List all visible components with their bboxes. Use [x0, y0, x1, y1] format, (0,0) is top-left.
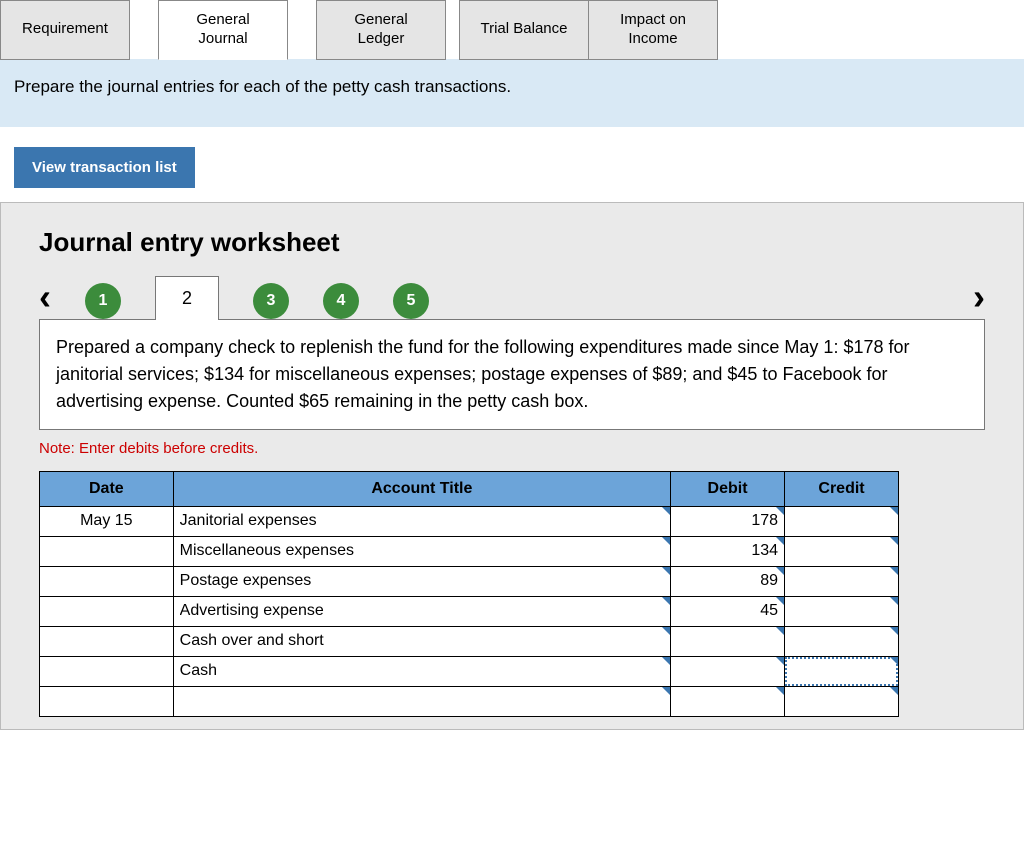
- tab-trial-balance[interactable]: Trial Balance: [459, 0, 589, 60]
- credit-cell[interactable]: [785, 507, 898, 536]
- top-tabs: Requirement GeneralJournal GeneralLedger…: [0, 0, 1024, 60]
- table-row: [40, 656, 899, 686]
- table-row: [40, 626, 899, 656]
- tab-general-journal[interactable]: GeneralJournal: [158, 0, 288, 60]
- debit-cell[interactable]: [671, 687, 784, 716]
- debit-cell[interactable]: [671, 657, 784, 686]
- header-credit: Credit: [785, 471, 899, 506]
- step-3[interactable]: 3: [253, 283, 289, 319]
- step-navigator: ‹ 12345 ›: [39, 276, 985, 319]
- credit-cell[interactable]: [785, 537, 898, 566]
- debit-cell[interactable]: [671, 537, 784, 566]
- debit-cell[interactable]: [671, 597, 784, 626]
- tab-impact-income[interactable]: Impact onIncome: [588, 0, 718, 60]
- date-cell[interactable]: [40, 507, 173, 536]
- header-date: Date: [40, 471, 174, 506]
- step-1[interactable]: 1: [85, 283, 121, 319]
- step-2[interactable]: 2: [155, 276, 219, 320]
- tab-requirement[interactable]: Requirement: [0, 0, 130, 60]
- credit-cell[interactable]: [785, 687, 898, 716]
- credit-cell[interactable]: [785, 567, 898, 596]
- journal-entry-worksheet: Journal entry worksheet ‹ 12345 › Prepar…: [0, 202, 1024, 730]
- account-cell[interactable]: [174, 507, 670, 536]
- date-cell[interactable]: [40, 567, 173, 596]
- chevron-right-icon[interactable]: ›: [973, 279, 985, 315]
- header-account: Account Title: [173, 471, 670, 506]
- debit-cell[interactable]: [671, 567, 784, 596]
- instruction-bar: Prepare the journal entries for each of …: [0, 59, 1024, 127]
- table-row: [40, 506, 899, 536]
- step-4[interactable]: 4: [323, 283, 359, 319]
- table-row: [40, 686, 899, 716]
- credit-cell[interactable]: [785, 597, 898, 626]
- credit-cell[interactable]: [785, 657, 898, 686]
- date-cell[interactable]: [40, 627, 173, 656]
- table-row: [40, 536, 899, 566]
- account-cell[interactable]: [174, 597, 670, 626]
- table-row: [40, 566, 899, 596]
- note-text: Note: Enter debits before credits.: [39, 440, 985, 457]
- tab-general-ledger[interactable]: GeneralLedger: [316, 0, 446, 60]
- header-debit: Debit: [671, 471, 785, 506]
- debit-cell[interactable]: [671, 627, 784, 656]
- date-cell[interactable]: [40, 537, 173, 566]
- view-transaction-list-button[interactable]: View transaction list: [14, 147, 195, 188]
- date-cell[interactable]: [40, 597, 173, 626]
- credit-cell[interactable]: [785, 627, 898, 656]
- debit-cell[interactable]: [671, 507, 784, 536]
- date-cell[interactable]: [40, 657, 173, 686]
- date-cell[interactable]: [40, 687, 173, 716]
- table-row: [40, 596, 899, 626]
- worksheet-title: Journal entry worksheet: [39, 227, 985, 258]
- account-cell[interactable]: [174, 687, 670, 716]
- account-cell[interactable]: [174, 657, 670, 686]
- journal-entry-table: Date Account Title Debit Credit: [39, 471, 899, 717]
- account-cell[interactable]: [174, 627, 670, 656]
- account-cell[interactable]: [174, 537, 670, 566]
- transaction-description: Prepared a company check to replenish th…: [39, 319, 985, 430]
- account-cell[interactable]: [174, 567, 670, 596]
- chevron-left-icon[interactable]: ‹: [39, 279, 51, 315]
- step-5[interactable]: 5: [393, 283, 429, 319]
